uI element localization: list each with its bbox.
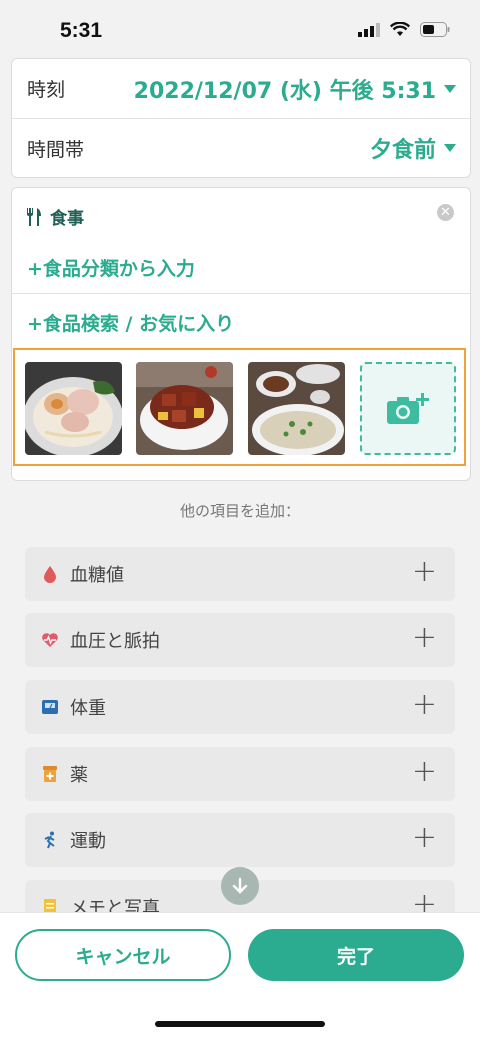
add-more-hint: 他の項目を追加： xyxy=(179,502,300,520)
datetime-card: 時刻 2022/12/07 (水) 午後 5:31 時間帯 夕食前 xyxy=(11,58,471,178)
status-icons xyxy=(358,22,450,37)
add-item-label: 血糖値 xyxy=(70,565,124,586)
plus-icon: + xyxy=(411,820,437,855)
time-row[interactable]: 時刻 2022/12/07 (水) 午後 5:31 xyxy=(12,59,470,118)
add-blood-pressure-item[interactable]: 血圧と脈拍 + xyxy=(25,613,455,667)
add-blood-glucose-item[interactable]: 血糖値 + xyxy=(25,547,455,601)
period-value-text: 夕食前 xyxy=(369,138,436,163)
status-bar: 5:31 xyxy=(0,0,480,58)
dropdown-arrow-icon xyxy=(444,144,456,152)
add-by-search-link[interactable]: +食品検索 / お気に入り xyxy=(27,309,234,336)
scroll-down-button[interactable] xyxy=(221,867,259,905)
time-label: 時刻 xyxy=(27,79,66,101)
braised-pork-photo[interactable] xyxy=(136,362,233,455)
plus-icon: + xyxy=(411,620,437,655)
congee-photo[interactable] xyxy=(248,362,345,455)
plus-icon: + xyxy=(411,554,437,589)
blood-drop-icon xyxy=(44,566,56,583)
meal-photo-strip xyxy=(13,348,466,466)
medicine-icon xyxy=(43,766,57,782)
battery-icon xyxy=(420,22,450,37)
plus-icon: + xyxy=(411,754,437,789)
wifi-icon xyxy=(390,22,410,36)
camera-plus-icon xyxy=(387,392,429,424)
period-value[interactable]: 夕食前 xyxy=(370,132,456,164)
time-value[interactable]: 2022/12/07 (水) 午後 5:31 xyxy=(134,73,456,105)
add-medicine-item[interactable]: 薬 + xyxy=(25,747,455,801)
fork-knife-icon xyxy=(27,207,41,226)
heart-pulse-icon xyxy=(42,633,58,647)
close-icon[interactable]: ✕ xyxy=(437,204,454,221)
status-time: 5:31 xyxy=(60,19,103,42)
meal-title: 食事 xyxy=(26,204,84,229)
add-exercise-item[interactable]: 運動 + xyxy=(25,813,455,867)
arrow-down-icon xyxy=(232,877,248,894)
plus-icon: + xyxy=(411,687,437,722)
dropdown-arrow-icon xyxy=(444,84,456,93)
add-item-label: 運動 xyxy=(70,831,106,852)
meal-title-text: 食事 xyxy=(50,209,84,229)
add-item-label: 血圧と脈拍 xyxy=(70,631,160,652)
ramen-photo[interactable] xyxy=(25,362,122,455)
divider xyxy=(12,293,470,294)
cancel-button[interactable]: キャンセル xyxy=(15,929,231,981)
period-row[interactable]: 時間帯 夕食前 xyxy=(12,119,470,177)
period-label: 時間帯 xyxy=(27,138,85,161)
scale-icon xyxy=(42,700,58,714)
bottom-action-bar: キャンセル 完了 xyxy=(0,912,480,1040)
add-item-label: 薬 xyxy=(70,765,88,786)
time-value-text: 2022/12/07 (水) 午後 5:31 xyxy=(133,78,436,104)
add-photo-button[interactable] xyxy=(360,362,456,455)
add-weight-item[interactable]: 体重 + xyxy=(25,680,455,734)
add-by-category-link[interactable]: +食品分類から入力 xyxy=(27,254,195,281)
signal-icon xyxy=(358,22,380,37)
home-indicator[interactable] xyxy=(155,1021,325,1027)
add-item-label: 体重 xyxy=(70,698,106,719)
done-button[interactable]: 完了 xyxy=(248,929,464,981)
running-icon xyxy=(44,831,55,849)
